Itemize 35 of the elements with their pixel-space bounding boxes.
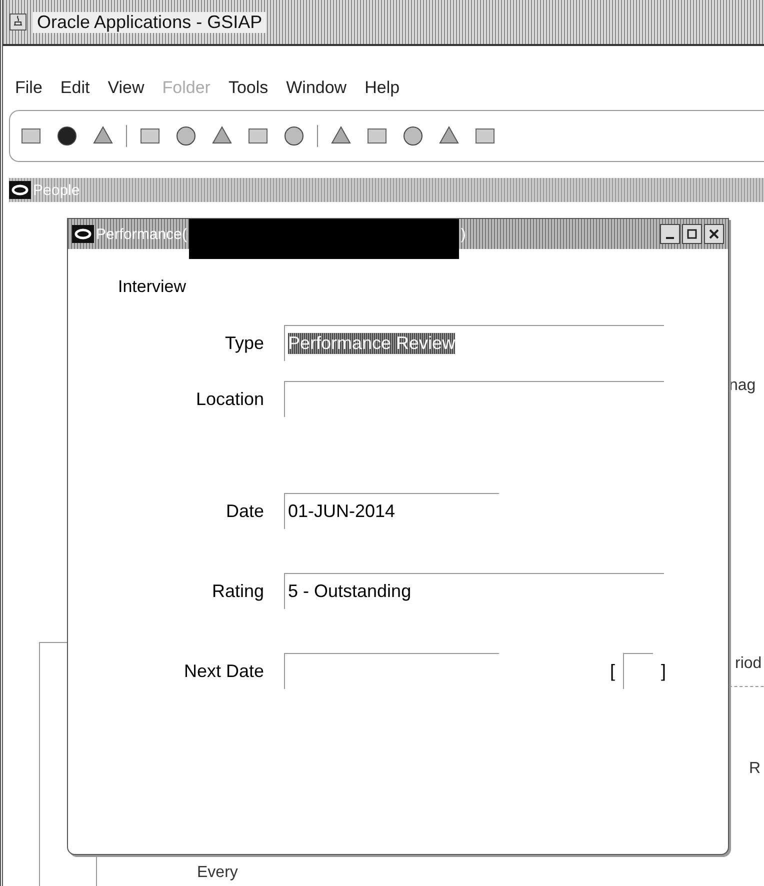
field-label: Date xyxy=(224,500,265,522)
window-title: Oracle Applications - GSIAP xyxy=(33,12,266,32)
oracle-logo-icon xyxy=(72,225,94,243)
input-field[interactable]: 5 - Outstanding xyxy=(284,573,664,609)
section-heading: Interview xyxy=(118,277,188,297)
input-field[interactable] xyxy=(622,653,653,689)
field-label: Rating xyxy=(210,580,265,602)
minimize-icon xyxy=(666,237,674,239)
coffee-cup-icon xyxy=(9,13,27,31)
menu-item[interactable]: Help xyxy=(364,78,400,98)
maximize-button[interactable] xyxy=(682,224,702,244)
input-field[interactable]: Performance Review xyxy=(284,325,664,361)
menu-item[interactable]: View xyxy=(108,78,144,98)
menu-item[interactable]: File xyxy=(15,78,42,98)
minimize-button[interactable] xyxy=(660,224,680,244)
dialog-title: ) xyxy=(460,226,466,242)
bracket: ] xyxy=(660,660,666,682)
field-label: Next Date xyxy=(182,660,265,682)
input-field[interactable] xyxy=(284,381,664,417)
menu-item[interactable]: Window xyxy=(286,78,347,98)
field-label: Every xyxy=(197,864,238,882)
close-icon xyxy=(708,228,720,240)
close-button[interactable] xyxy=(704,224,724,244)
field-label: Type xyxy=(224,332,265,354)
field-label: riod xyxy=(735,655,762,673)
bracket: [ xyxy=(610,660,615,682)
window-title: People xyxy=(33,182,80,198)
oracle-logo-icon xyxy=(9,181,31,199)
field-label: Location xyxy=(194,388,265,410)
menu-item[interactable]: Edit xyxy=(60,78,90,98)
maximize-icon xyxy=(686,228,698,240)
input-field[interactable]: 01-JUN-2014 xyxy=(284,493,499,529)
input-field[interactable] xyxy=(284,653,499,689)
field-label: R xyxy=(749,760,761,778)
menu-item[interactable]: Tools xyxy=(228,78,268,98)
